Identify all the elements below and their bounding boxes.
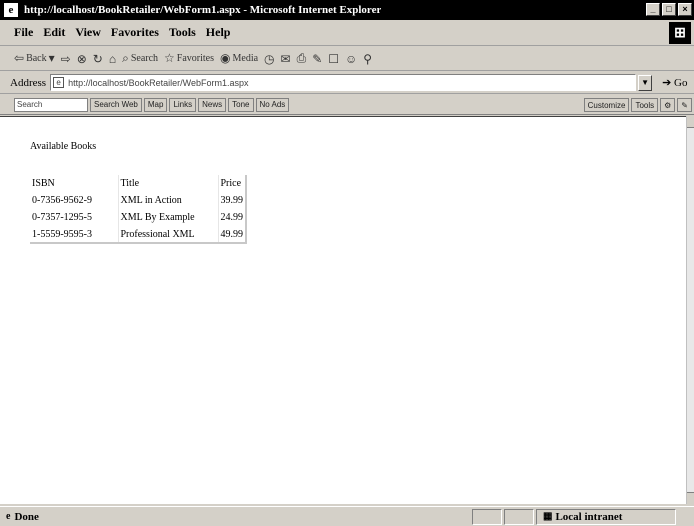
header-isbn: ISBN (30, 175, 119, 192)
minimize-button[interactable]: _ (646, 3, 660, 16)
table-row: 0-7356-9562-9 XML in Action 39.99 (30, 192, 247, 209)
media-icon: ◉ (220, 51, 231, 65)
stop-icon[interactable]: ⊗ (77, 52, 87, 66)
menu-view[interactable]: View (75, 25, 101, 40)
status-panel (504, 508, 534, 525)
cell-price: 49.99 (218, 226, 247, 243)
mail-icon[interactable]: ✉ (281, 52, 291, 66)
browser-window: e http://localhost/BookRetailer/WebForm1… (0, 0, 694, 526)
status-message: e Done (0, 511, 470, 523)
cell-isbn: 1-5559-9595-3 (30, 226, 119, 243)
back-button[interactable]: ⇦ Back ▾ (14, 51, 55, 66)
header-price: Price (218, 175, 247, 192)
customize-button[interactable]: Customize (583, 98, 630, 112)
no-ads-button[interactable]: No Ads (255, 97, 290, 112)
cell-price: 39.99 (218, 192, 247, 209)
research-icon[interactable]: ⚲ (363, 52, 372, 66)
map-button[interactable]: Map (143, 97, 168, 112)
cell-isbn: 0-7357-1295-5 (30, 209, 119, 226)
address-bar: Address e http://localhost/BookRetailer/… (0, 72, 694, 94)
security-zone: ▦ Local intranet (536, 508, 676, 525)
media-button[interactable]: ◉ Media (220, 51, 258, 66)
print-icon[interactable]: ⎙ (297, 51, 307, 66)
status-panel (472, 508, 502, 525)
table-row: 0-7357-1295-5 XML By Example 24.99 (30, 209, 247, 226)
tone-button[interactable]: Tone (228, 97, 254, 112)
favorites-button[interactable]: ☆ Favorites (164, 51, 214, 66)
links-button[interactable]: Links (169, 97, 197, 112)
status-bar: e Done ▦ Local intranet (0, 506, 694, 526)
chevron-down-icon: ▾ (48, 51, 55, 65)
pen-icon[interactable]: ✎ (677, 98, 692, 112)
star-icon: ☆ (164, 51, 175, 65)
go-label: Go (674, 77, 688, 89)
address-label: Address (10, 76, 47, 89)
page-icon: e (53, 77, 65, 88)
cell-title: Professional XML (118, 226, 219, 243)
back-arrow-icon: ⇦ (14, 51, 25, 65)
menu-favorites[interactable]: Favorites (111, 25, 159, 40)
menu-help[interactable]: Help (206, 25, 231, 40)
scroll-down-arrow[interactable] (687, 492, 694, 504)
cell-title: XML By Example (118, 209, 219, 226)
page-content: Available Books ISBN Title Price 0-7356-… (0, 116, 686, 504)
vertical-scrollbar[interactable] (686, 116, 694, 504)
window-title: http://localhost/BookRetailer/WebForm1.a… (24, 4, 382, 16)
settings-icon[interactable]: ⚙ (660, 98, 676, 112)
search-icon: ⌕ (122, 51, 129, 65)
windows-logo-icon: ⊞ (669, 22, 691, 44)
zone-text: Local intranet (555, 510, 623, 523)
go-button[interactable]: ➔ Go (662, 76, 687, 89)
close-button[interactable]: × (678, 3, 692, 16)
home-icon[interactable]: ⌂ (109, 52, 116, 66)
standard-toolbar: ⇦ Back ▾ ⇨ ⊗ ↻ ⌂ ⌕ Search ☆ Favorites ◉ … (0, 47, 694, 71)
toolbar-right-group: Customize Tools ⚙ ✎ (583, 98, 692, 112)
menu-file[interactable]: File (14, 25, 33, 40)
forward-icon[interactable]: ⇨ (61, 52, 71, 66)
go-arrow-icon: ➔ (662, 77, 672, 89)
intranet-icon: ▦ (543, 511, 553, 522)
search-label: Search (130, 53, 159, 64)
tools-button[interactable]: Tools (631, 98, 659, 112)
status-text: Done (14, 510, 39, 523)
discuss-icon[interactable]: ☐ (328, 52, 339, 66)
cell-title: XML in Action (118, 192, 219, 209)
table-header-row: ISBN Title Price (30, 175, 247, 192)
window-controls: _ □ × (646, 3, 692, 16)
menu-tools[interactable]: Tools (169, 25, 196, 40)
news-button[interactable]: News (198, 97, 227, 112)
cell-price: 24.99 (218, 209, 247, 226)
edit-icon[interactable]: ✎ (312, 52, 322, 66)
back-label: Back (26, 53, 47, 64)
menu-bar: File Edit View Favorites Tools Help (0, 20, 694, 46)
search-button[interactable]: ⌕ Search (122, 51, 158, 66)
header-title: Title (118, 175, 219, 192)
address-dropdown-icon[interactable]: ▼ (638, 74, 653, 91)
search-web-button[interactable]: Search Web (90, 97, 142, 112)
address-field[interactable]: e http://localhost/BookRetailer/WebForm1… (50, 74, 637, 91)
ie-logo-icon: e (4, 3, 18, 17)
menu-edit[interactable]: Edit (43, 25, 65, 40)
messenger-icon[interactable]: ☺ (345, 52, 357, 66)
refresh-icon[interactable]: ↻ (93, 52, 103, 66)
favorites-label: Favorites (176, 53, 215, 64)
search-toolbar: Search Search Web Map Links News Tone No… (0, 95, 694, 115)
history-icon[interactable]: ◷ (264, 52, 274, 66)
media-label: Media (232, 53, 259, 64)
page-done-icon: e (6, 511, 11, 522)
page-heading: Available Books (30, 141, 97, 152)
cell-isbn: 0-7356-9562-9 (30, 192, 119, 209)
books-table: ISBN Title Price 0-7356-9562-9 XML in Ac… (30, 175, 247, 244)
title-bar: e http://localhost/BookRetailer/WebForm1… (0, 0, 694, 20)
scroll-up-arrow[interactable] (687, 116, 694, 128)
maximize-button[interactable]: □ (662, 3, 676, 16)
toolbar-search-input[interactable]: Search (14, 97, 88, 112)
address-url: http://localhost/BookRetailer/WebForm1.a… (68, 77, 249, 88)
table-row: 1-5559-9595-3 Professional XML 49.99 (30, 226, 247, 243)
